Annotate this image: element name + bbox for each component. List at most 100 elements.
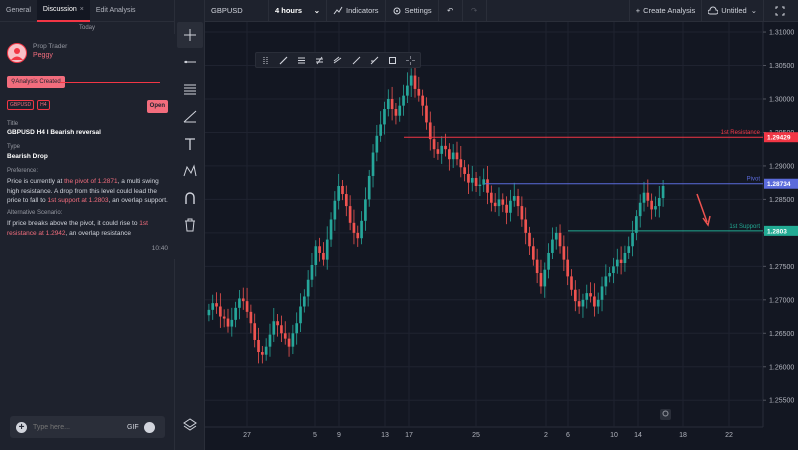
- level-label: 1st Resistance: [721, 130, 761, 136]
- y-tick-label: 1.30500: [769, 63, 794, 70]
- y-tick-label: 1.29000: [769, 163, 794, 170]
- fib-icon[interactable]: [292, 53, 310, 67]
- candle-body: [329, 219, 333, 240]
- candle-body: [364, 199, 367, 221]
- magnet-icon[interactable]: [177, 185, 203, 211]
- candle-body: [417, 88, 421, 96]
- text-icon[interactable]: [177, 131, 203, 157]
- x-tick-label: 13: [381, 432, 389, 439]
- y-tick-label: 1.27500: [769, 264, 794, 271]
- badges: GBPUSD H4: [7, 100, 50, 110]
- candle-body: [524, 219, 528, 233]
- candle-body: [268, 334, 272, 347]
- undo-icon[interactable]: ↶: [439, 0, 463, 22]
- settings-button[interactable]: Settings: [386, 0, 439, 22]
- status-text: Analysis Created: [15, 79, 61, 85]
- author: Prop Trader Peggy: [7, 43, 67, 63]
- candle-body: [627, 246, 631, 253]
- symbol-search[interactable]: GBPUSD: [205, 0, 269, 22]
- candle-body: [272, 321, 276, 335]
- rectangle-icon[interactable]: [384, 53, 402, 67]
- candle-body: [428, 122, 432, 140]
- y-tick-label: 1.27000: [769, 297, 794, 304]
- regression-icon[interactable]: [329, 53, 347, 67]
- candle-body: [413, 75, 417, 89]
- gif-button[interactable]: GIF: [127, 424, 139, 431]
- channel-icon[interactable]: [177, 76, 203, 102]
- indicators-label: Indicators: [346, 6, 379, 15]
- layout-select[interactable]: Untitled ⌄: [702, 0, 764, 22]
- layers-icon[interactable]: [177, 411, 203, 437]
- candle-body: [585, 293, 589, 300]
- brush-icon[interactable]: [274, 53, 292, 67]
- candle-body: [615, 259, 619, 267]
- candle-body: [451, 152, 455, 160]
- indicators-button[interactable]: Indicators: [327, 0, 386, 22]
- candle-body: [493, 202, 497, 207]
- y-tick-label: 1.26500: [769, 331, 794, 338]
- fib-extension-icon[interactable]: [311, 53, 329, 67]
- candle-body: [234, 307, 237, 320]
- candle-body: [646, 192, 650, 201]
- pref-highlight-support: 1st support at 1.2803: [47, 197, 109, 204]
- tab-general[interactable]: General: [0, 0, 37, 22]
- author-name[interactable]: Peggy: [33, 52, 67, 59]
- pattern-icon[interactable]: [177, 158, 203, 184]
- candle-body: [497, 199, 501, 207]
- candle-body: [386, 98, 390, 110]
- candle-body: [295, 323, 299, 334]
- tab-general-label: General: [6, 7, 31, 14]
- drag-handle-icon[interactable]: [256, 53, 274, 67]
- tab-discussion[interactable]: Discussion ×: [36, 0, 90, 22]
- candle-body: [528, 232, 531, 247]
- x-tick-label: 22: [725, 432, 733, 439]
- chart-canvas[interactable]: 1.310001.305001.300001.295001.290001.285…: [205, 22, 798, 450]
- preference-text: Price is currently at the pivot of 1.287…: [7, 177, 169, 206]
- type-label: Type: [7, 144, 21, 150]
- candle-body: [360, 220, 363, 239]
- candle-body: [478, 184, 482, 187]
- open-button[interactable]: Open: [146, 100, 168, 113]
- message-time: 10:40: [151, 245, 168, 252]
- candle-body: [490, 192, 493, 203]
- candle-body: [222, 316, 226, 319]
- close-icon[interactable]: ×: [80, 6, 84, 13]
- avatar[interactable]: [7, 43, 27, 63]
- trend-line-icon[interactable]: [177, 103, 203, 129]
- candle-body: [337, 186, 341, 201]
- candle-body: [558, 232, 562, 247]
- price-chart[interactable]: 1.310001.305001.300001.295001.290001.285…: [205, 22, 798, 450]
- x-tick-label: 5: [313, 432, 317, 439]
- level-label: Pivot: [747, 177, 761, 183]
- horizontal-line-icon[interactable]: [177, 49, 203, 75]
- extended-line-icon[interactable]: [365, 53, 383, 67]
- ray-icon[interactable]: [347, 53, 365, 67]
- candle-body: [322, 252, 325, 260]
- plus-icon[interactable]: +: [16, 421, 27, 433]
- candle-body: [467, 173, 470, 183]
- crosshair-small-icon[interactable]: [402, 53, 420, 67]
- trash-icon[interactable]: [177, 212, 203, 238]
- candle-body: [264, 346, 268, 355]
- crosshair-icon[interactable]: [177, 22, 203, 48]
- candle-body: [448, 149, 451, 160]
- create-analysis-button[interactable]: + Create Analysis: [628, 0, 703, 22]
- interval-select[interactable]: 4 hours ⌄: [269, 0, 327, 22]
- candle-body: [379, 124, 382, 136]
- indicators-icon: [333, 6, 343, 14]
- redo-icon[interactable]: ↷: [463, 0, 487, 22]
- alt-text-2: , an overlap resistance: [65, 229, 131, 237]
- analysis-title: GBPUSD H4 I Bearish reversal: [7, 129, 101, 136]
- fullscreen-icon[interactable]: [764, 0, 798, 22]
- candle-body: [547, 252, 550, 270]
- y-tick-label: 1.26000: [769, 364, 794, 371]
- layout-name: Untitled: [721, 6, 747, 15]
- tab-edit-analysis[interactable]: Edit Analysis: [90, 0, 142, 22]
- candle-body: [581, 299, 585, 307]
- candle-body: [394, 109, 398, 116]
- candle-body: [241, 298, 245, 302]
- tab-discussion-label: Discussion: [42, 6, 77, 13]
- chat-input[interactable]: [33, 423, 123, 431]
- candle-body: [291, 333, 295, 347]
- emoji-icon[interactable]: [143, 421, 155, 433]
